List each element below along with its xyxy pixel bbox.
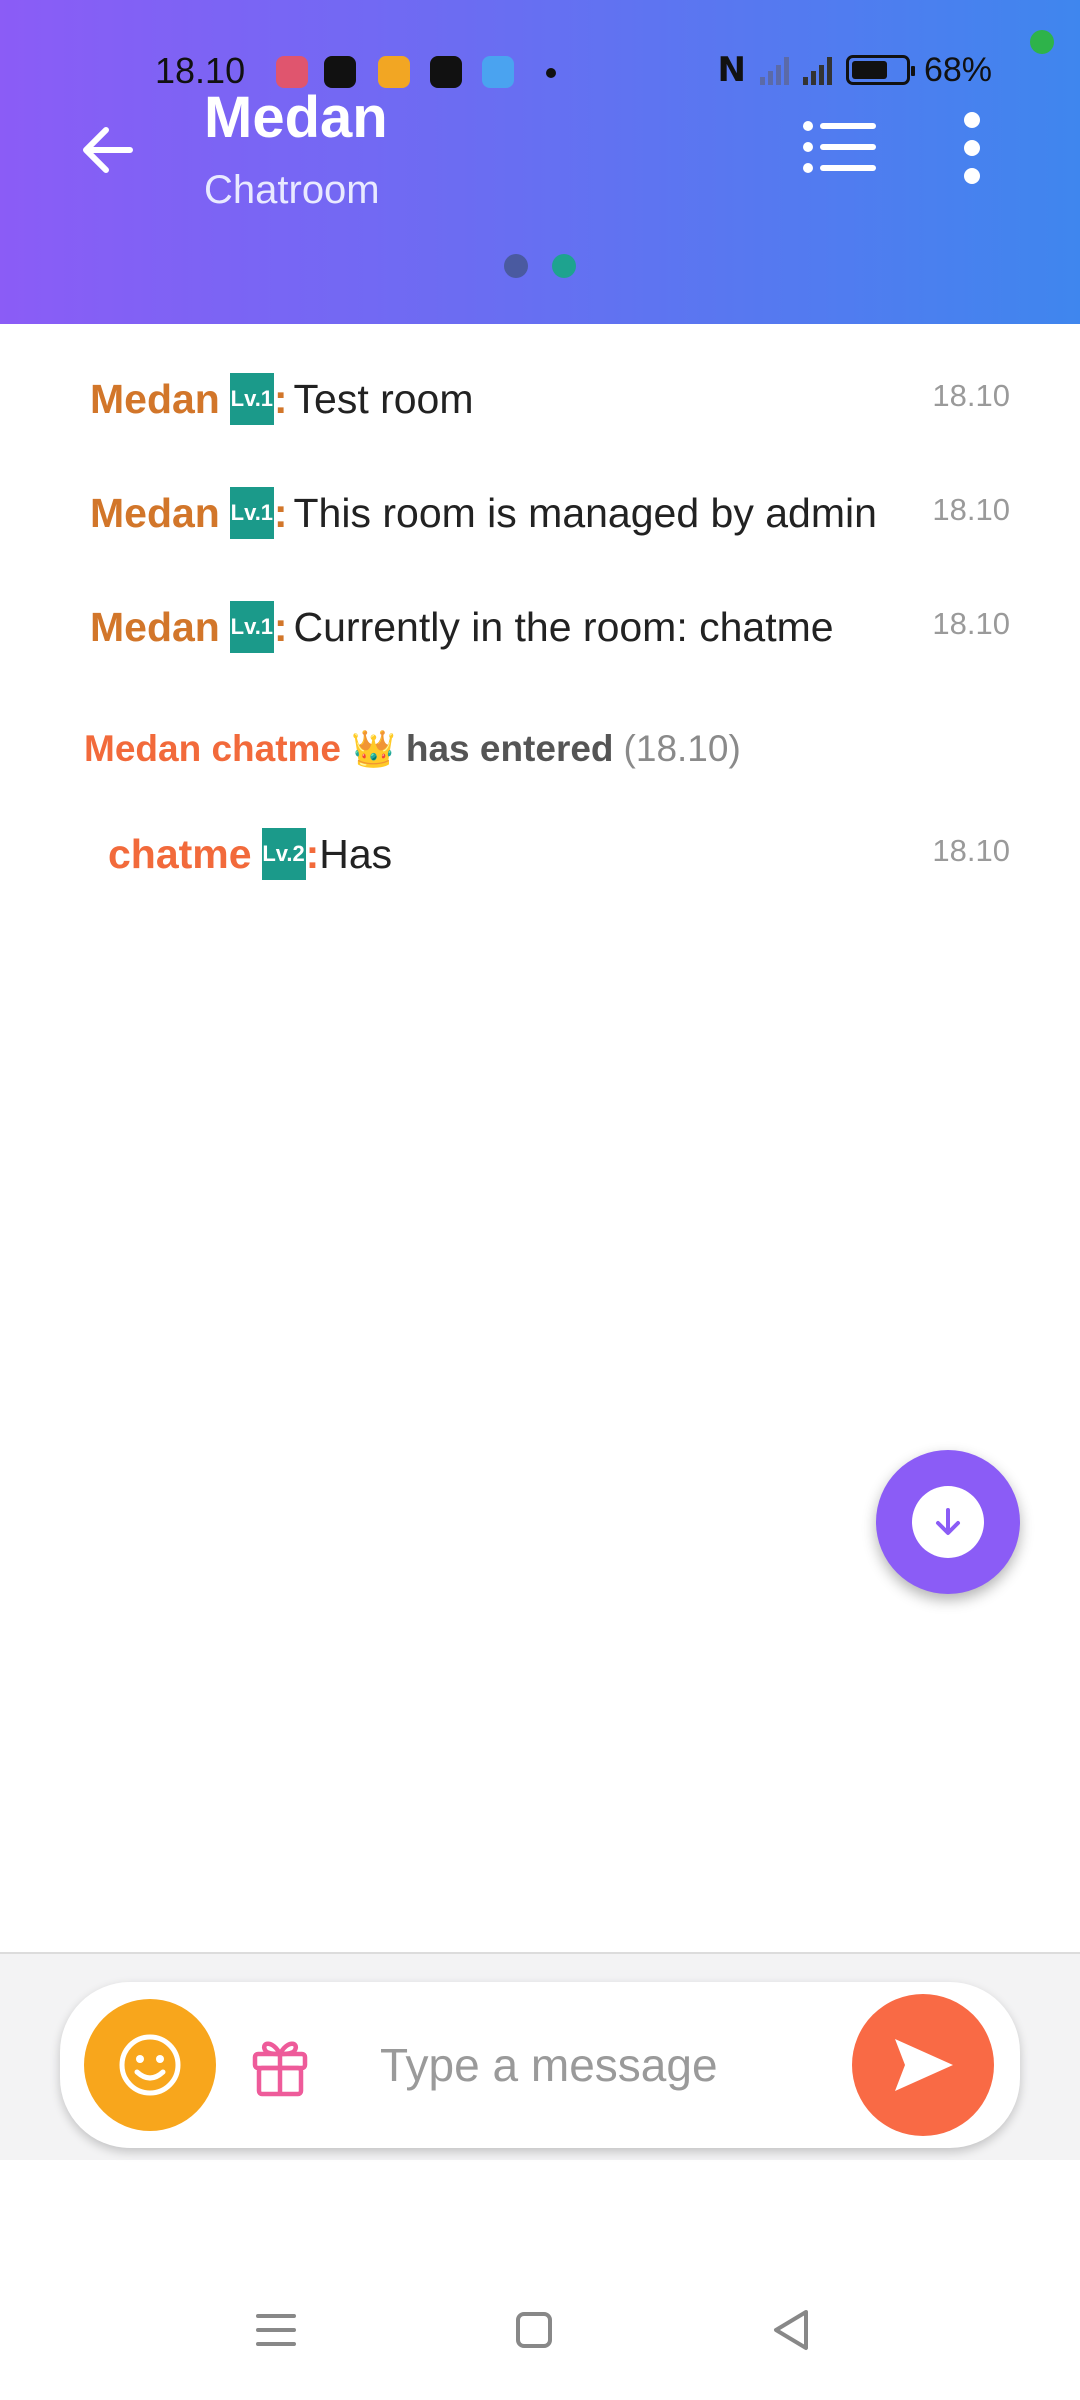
chat-message[interactable]: Medan Lv.1 : Currently in the room: chat… [90, 592, 1010, 662]
send-icon [895, 2039, 953, 2091]
home-button[interactable] [504, 2300, 564, 2360]
status-bar: 18.10 N 68% [0, 44, 1080, 100]
signal-4g-icon [802, 55, 832, 85]
back-button[interactable] [70, 112, 146, 188]
crown-icon: 👑 [351, 728, 396, 769]
emoji-button[interactable] [84, 1999, 216, 2131]
scroll-button-inner [912, 1486, 984, 1558]
home-square-icon [516, 2312, 552, 2348]
battery-percent: 68% [923, 50, 992, 89]
nfc-icon: N [717, 50, 746, 90]
chatroom-screen: 18.10 N 68% Medan Chatroom Medan Lv.1: … [0, 0, 1080, 2400]
system-back-button[interactable] [762, 2300, 822, 2360]
message-text: This room is managed by admin [293, 489, 877, 536]
composer [60, 1982, 1020, 2148]
system-nav-bar [0, 2270, 1080, 2400]
user-entered-notice: Medan chatme 👑 has entered (18.10) [84, 728, 741, 770]
page-indicator [504, 254, 576, 278]
message-text: Has [319, 830, 393, 877]
entered-user-name[interactable]: Medan chatme [84, 728, 341, 770]
message-time: 18.10 [932, 378, 1010, 413]
app-notification-icon [430, 56, 462, 88]
level-badge: Lv.1 [229, 601, 274, 653]
message-time: 18.10 [932, 833, 1010, 868]
battery-icon [845, 55, 915, 85]
message-separator: : [273, 603, 288, 650]
sender-name[interactable]: Medan [90, 376, 220, 423]
page-title: Medan [204, 85, 388, 150]
message-text: Test room [293, 375, 474, 422]
recent-apps-button[interactable] [246, 2300, 306, 2360]
message-time: 18.10 [932, 606, 1010, 641]
header: 18.10 N 68% Medan Chatroom [0, 0, 1080, 324]
battery-fill [851, 61, 888, 79]
sender-name[interactable]: Medan [90, 490, 220, 537]
entered-time: (18.10) [623, 728, 741, 769]
back-triangle-icon [774, 2310, 808, 2350]
message-separator: : [273, 489, 288, 536]
message-separator: : [273, 375, 288, 422]
more-options-button[interactable] [942, 108, 1002, 188]
chat-message[interactable]: Medan Lv.1 : This room is managed by adm… [90, 478, 1010, 548]
privacy-indicator-dot [1030, 30, 1054, 54]
page-subtitle: Chatroom [204, 168, 380, 212]
status-right: N 68% [717, 50, 992, 90]
smiley-icon [119, 2034, 181, 2096]
message-separator: : [305, 830, 320, 877]
sender-name[interactable]: Medan [90, 604, 220, 651]
gift-icon [252, 2041, 308, 2097]
list-icon [803, 121, 876, 173]
chat-message[interactable]: chatme Lv.2 : Has 18.10 [108, 819, 1010, 889]
sender-name[interactable]: chatme [108, 831, 252, 878]
gift-button[interactable] [245, 2030, 315, 2100]
level-badge: Lv.1 [229, 373, 274, 425]
more-vertical-icon [964, 112, 980, 184]
level-badge: Lv.2 [261, 828, 306, 880]
signal-icon [759, 55, 789, 85]
scroll-to-bottom-button[interactable] [876, 1450, 1020, 1594]
message-input[interactable] [380, 2022, 860, 2108]
level-badge: Lv.1 [229, 487, 274, 539]
message-text: Currently in the room: chatme [293, 603, 834, 650]
more-notifications-dot [546, 68, 556, 78]
page-dot[interactable] [504, 254, 528, 278]
composer-area [0, 1952, 1080, 2160]
app-notification-icon [482, 56, 514, 88]
page-dot[interactable] [552, 254, 576, 278]
arrow-left-icon [83, 127, 133, 173]
chat-message[interactable]: Medan Lv.1 : Test room 18.10 [90, 364, 1010, 434]
participants-list-button[interactable] [800, 112, 880, 182]
message-time: 18.10 [932, 492, 1010, 527]
arrow-down-icon [936, 1508, 960, 1535]
send-button[interactable] [852, 1994, 994, 2136]
menu-icon [256, 2314, 296, 2346]
entered-text: has entered [405, 728, 614, 769]
